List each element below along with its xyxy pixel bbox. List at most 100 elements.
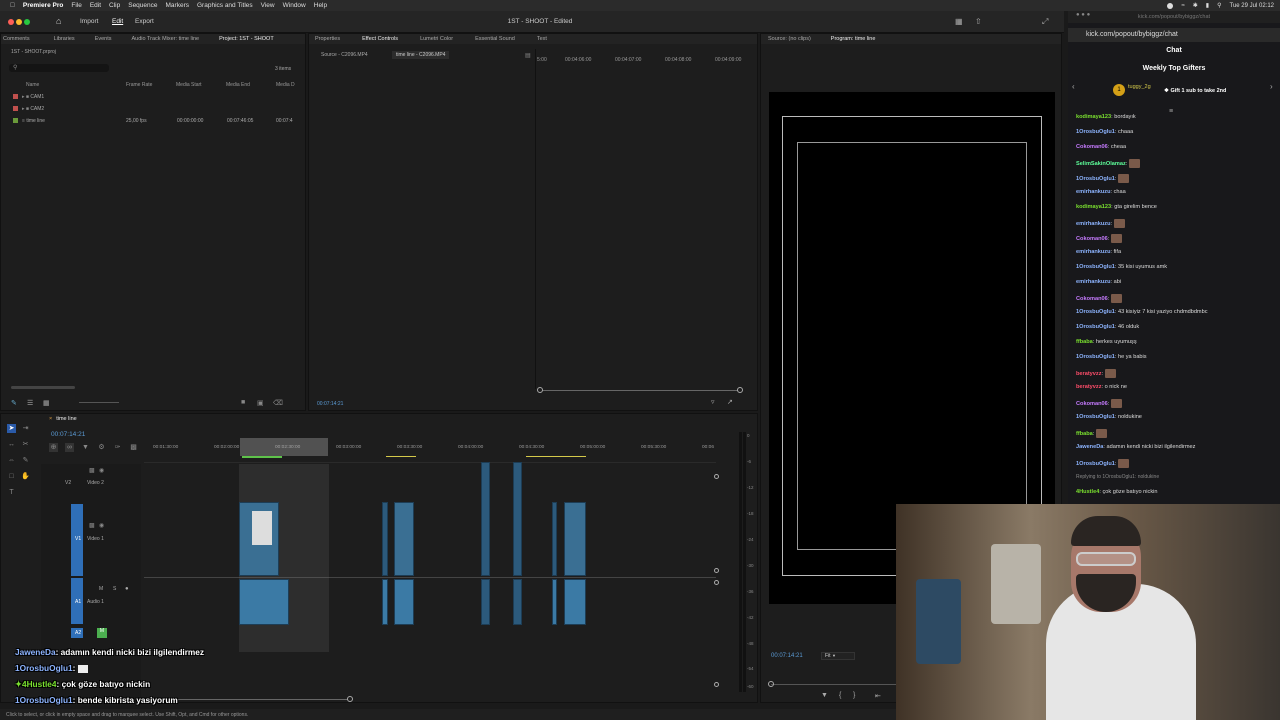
export-frame-icon[interactable]: ↗ <box>727 398 733 406</box>
chat-message[interactable]: ffbaba: herkes uyumuşş <box>1076 339 1137 345</box>
chat-message[interactable]: beratyvzz: <box>1076 369 1116 378</box>
chat-username[interactable]: 1OrosbuOglu1 <box>1076 414 1115 420</box>
chat-message[interactable]: JaweneDa: adamın kendi nicki bizi ilgile… <box>1076 444 1195 450</box>
tab-lumetri[interactable]: Lumetri Color <box>420 36 453 42</box>
chat-message[interactable]: 1OrosbuOglu1: chaaa <box>1076 129 1133 135</box>
tab-project[interactable]: Project: 1ST - SHOOT <box>219 36 274 42</box>
go-to-in-icon[interactable]: ⇤ <box>875 692 881 700</box>
col-media-end[interactable]: Media End <box>226 82 250 88</box>
fit-select[interactable]: Fit ▼ <box>821 652 855 660</box>
home-icon[interactable]: ⌂ <box>56 16 61 26</box>
scroll-handle[interactable] <box>347 696 353 702</box>
trash-icon[interactable]: ⌫ <box>273 399 283 407</box>
menu-graphics[interactable]: Graphics and Titles <box>197 2 253 9</box>
chat-username[interactable]: 4Hustle4 <box>1076 489 1099 495</box>
chat-username[interactable]: 1OrosbuOglu1 <box>1076 264 1115 270</box>
video-clip[interactable] <box>382 502 388 576</box>
time-ruler[interactable]: 00:01:30:00 00:02:00:00 00:02:30:00 00:0… <box>146 438 716 458</box>
close-window-icon[interactable] <box>8 19 14 25</box>
vertical-scroll-handle[interactable] <box>714 580 719 585</box>
mute-icon[interactable]: M <box>97 628 107 638</box>
mark-in-icon[interactable]: { <box>839 692 841 699</box>
video-clip[interactable] <box>552 502 557 576</box>
import-tab[interactable]: Import <box>80 18 98 25</box>
tab-program[interactable]: Program: time line <box>831 36 876 42</box>
audio-clip[interactable] <box>564 579 586 625</box>
source-clip-tab[interactable]: Source - C2096.MP4 <box>321 52 368 58</box>
add-marker-icon[interactable]: ▼ <box>81 443 90 452</box>
chat-username[interactable]: kodimaya123 <box>1076 204 1111 210</box>
solo-icon[interactable]: S <box>113 586 116 592</box>
export-tab[interactable]: Export <box>135 18 154 25</box>
chat-username[interactable]: emirhankuzu <box>1076 249 1111 255</box>
edit-tab[interactable]: Edit <box>112 18 123 25</box>
window-controls[interactable]: ● ● ● <box>1076 12 1090 18</box>
icon-view-icon[interactable]: ▦ <box>43 399 50 407</box>
chat-username[interactable]: Cokoman06 <box>1076 401 1108 407</box>
filter-icon[interactable]: ▿ <box>711 398 715 406</box>
chat-username[interactable]: 1OrosbuOglu1 <box>1076 309 1115 315</box>
list-item[interactable]: ▸ ■ CAM1 <box>13 94 44 100</box>
chat-username[interactable]: 1OrosbuOglu1 <box>1076 461 1115 467</box>
chat-message[interactable]: emirhankuzu: chaa <box>1076 189 1126 195</box>
gifter-name[interactable]: tuggy_2g <box>1128 84 1151 90</box>
sync-lock-icon[interactable]: ▩ <box>89 467 95 474</box>
marker-icon[interactable]: ▼ <box>821 692 828 699</box>
list-view-icon[interactable]: ☰ <box>27 399 33 407</box>
chevron-right-icon[interactable]: › <box>1270 82 1273 91</box>
menu-app-name[interactable]: Premiere Pro <box>23 2 63 9</box>
search-icon[interactable]: ⚲ <box>1217 2 1221 9</box>
menu-window[interactable]: Window <box>283 2 306 9</box>
chat-username[interactable]: 1OrosbuOglu1 <box>1076 354 1115 360</box>
timeline-clip-tab[interactable]: time line - C2096.MP4 <box>392 51 450 59</box>
track-select-icon[interactable]: ⇥ <box>21 424 30 433</box>
vertical-scroll-handle[interactable] <box>714 682 719 687</box>
chat-username[interactable]: 1OrosbuOglu1 <box>1076 324 1115 330</box>
chat-username[interactable]: ffbaba <box>1076 431 1093 437</box>
chat-message[interactable]: 1OrosbuOglu1: 46 olduk <box>1076 324 1139 330</box>
project-search-input[interactable]: ⚲ <box>9 64 109 72</box>
type-tool-icon[interactable]: T <box>7 488 16 497</box>
workspace-icon[interactable]: ▦ <box>955 17 963 26</box>
col-media-start[interactable]: Media Start <box>176 82 202 88</box>
share-icon[interactable]: ⇧ <box>975 17 982 26</box>
ripple-edit-icon[interactable]: ↔ <box>7 440 16 449</box>
audio-clip[interactable] <box>481 579 490 625</box>
battery-icon[interactable]: ▮ <box>1206 2 1209 9</box>
menu-clip[interactable]: Clip <box>109 2 120 9</box>
tab-properties[interactable]: Properties <box>315 36 340 42</box>
video-clip[interactable] <box>394 502 414 576</box>
url-bar[interactable]: kick.com/popout/bybiggz/chat <box>1068 28 1280 42</box>
chat-username[interactable]: 1OrosbuOglu1 <box>1076 176 1115 182</box>
effect-timecode[interactable]: 00:07:14:21 <box>317 401 343 407</box>
menu-markers[interactable]: Markers <box>166 2 189 9</box>
clip-menu-icon[interactable]: ▤ <box>525 52 531 59</box>
chevron-left-icon[interactable]: ‹ <box>1072 82 1075 91</box>
selection-tool-icon[interactable]: ➤ <box>7 424 16 433</box>
chat-message[interactable]: Cokoman06: <box>1076 294 1122 303</box>
vertical-scroll-handle[interactable] <box>714 568 719 573</box>
chat-message[interactable]: emirhankuzu: abi <box>1076 279 1121 285</box>
list-item[interactable]: ≡ time line 25,00 fps 00:00:00:00 00:07:… <box>13 118 303 124</box>
track-a2-id[interactable]: A2 <box>75 630 81 636</box>
apple-icon[interactable]:  <box>10 2 15 9</box>
bluetooth-icon[interactable]: ✱ <box>1193 2 1198 9</box>
col-media-d[interactable]: Media D <box>276 82 295 88</box>
wrench-icon[interactable]: ✑ <box>113 443 122 452</box>
audio-clip[interactable] <box>382 579 388 625</box>
wifi-icon[interactable]: ≈ <box>1181 3 1184 9</box>
horizontal-scrollbar[interactable] <box>11 386 75 389</box>
tab-comments[interactable]: Comments <box>3 36 30 42</box>
chat-message[interactable]: 1OrosbuOglu1: 43 kisiyiz 7 kisi yaziyo c… <box>1076 309 1208 315</box>
col-name[interactable]: Name <box>26 82 39 88</box>
eye-icon[interactable]: ◉ <box>99 467 104 474</box>
chat-message[interactable]: 1OrosbuOglu1: <box>1076 174 1129 183</box>
sync-lock-icon[interactable]: ▩ <box>89 522 95 529</box>
tab-libraries[interactable]: Libraries <box>54 36 75 42</box>
chat-message[interactable]: ffbaba: <box>1076 429 1107 438</box>
zoom-slider[interactable] <box>79 402 119 403</box>
vertical-scroll-handle[interactable] <box>714 474 719 479</box>
scroll-handle-right[interactable] <box>737 387 743 393</box>
tab-text[interactable]: Text <box>537 36 547 42</box>
chat-message[interactable]: emirhankuzu: <box>1076 219 1125 228</box>
